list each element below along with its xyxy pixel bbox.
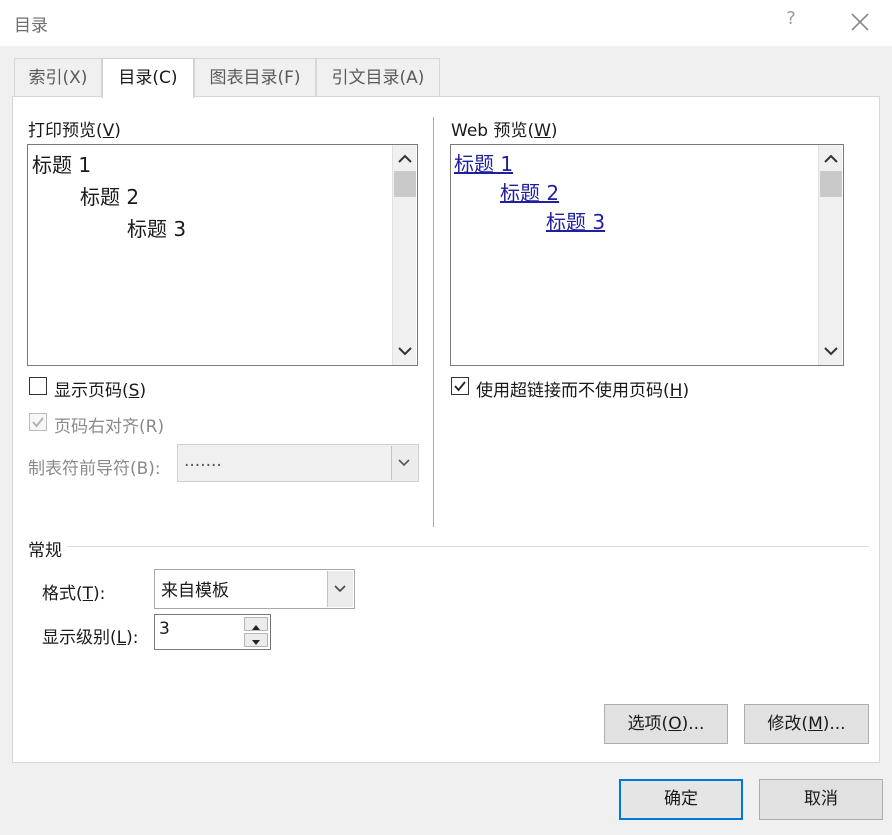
spin-up-button[interactable] [244, 617, 268, 631]
web-preview-link[interactable]: 标题 1 [454, 148, 513, 177]
dialog-title: 目录 [14, 16, 48, 36]
spin-down-button[interactable] [244, 633, 268, 647]
scroll-thumb[interactable] [394, 171, 416, 197]
print-preview-scrollbar[interactable] [392, 145, 416, 365]
chevron-down-icon [334, 585, 346, 593]
web-preview-link[interactable]: 标题 2 [500, 177, 559, 206]
scroll-up-icon [824, 154, 838, 163]
show-levels-value[interactable]: 3 [159, 619, 170, 639]
print-preview-line: 标题 1 [32, 153, 92, 177]
scroll-thumb[interactable] [820, 171, 842, 197]
checkmark-icon [454, 381, 466, 392]
show-page-numbers-label: 显示页码(S) [54, 381, 147, 401]
general-heading: 常规 [28, 541, 62, 561]
options-button[interactable]: 选项(O)... [604, 704, 728, 744]
tab-leader-label: 制表符前导符(B): [28, 459, 161, 479]
tab-leader-select[interactable]: ....... [177, 444, 419, 482]
tab-index[interactable]: 索引(X) [14, 58, 102, 96]
format-dropdown-button[interactable] [327, 571, 353, 607]
tab-table-of-figures[interactable]: 图表目录(F) [194, 58, 316, 96]
spinner-buttons [244, 617, 268, 647]
scroll-down-button[interactable] [393, 339, 417, 363]
format-select[interactable]: 来自模板 [154, 569, 355, 609]
format-value: 来自模板 [161, 581, 229, 601]
scroll-down-icon [398, 347, 412, 356]
modify-button[interactable]: 修改(M)... [744, 704, 869, 744]
spin-up-icon [252, 625, 260, 630]
cancel-button[interactable]: 取消 [759, 779, 883, 820]
toc-dialog: 目录 ? 索引(X) 目录(C) 图表目录(F) 引文目录(A) 打印预览(V)… [0, 0, 892, 835]
format-label: 格式(T): [42, 584, 106, 604]
scroll-up-button[interactable] [393, 147, 417, 171]
web-preview-link[interactable]: 标题 3 [546, 206, 605, 235]
use-hyperlinks-label: 使用超链接而不使用页码(H) [476, 381, 690, 401]
show-levels-label: 显示级别(L): [42, 628, 139, 648]
print-preview-line: 标题 3 [127, 217, 187, 241]
print-preview-box[interactable]: 标题 1 标题 2 标题 3 [27, 144, 418, 366]
right-align-checkbox[interactable] [29, 413, 47, 431]
print-preview-label: 打印预览(V) [28, 121, 121, 141]
scroll-up-icon [398, 154, 412, 163]
show-levels-spinner[interactable]: 3 [154, 614, 271, 650]
web-preview-label: Web 预览(W) [451, 121, 558, 141]
help-button[interactable]: ? [780, 8, 802, 36]
spin-down-icon [252, 640, 260, 645]
close-button[interactable] [846, 8, 874, 36]
web-preview-scrollbar[interactable] [818, 145, 842, 365]
column-divider [433, 117, 434, 527]
general-divider [67, 546, 869, 547]
ok-button[interactable]: 确定 [619, 779, 743, 820]
web-preview-box[interactable]: 标题 1 标题 2 标题 3 [450, 144, 844, 366]
scroll-up-button[interactable] [819, 147, 843, 171]
tab-panel: 打印预览(V) 标题 1 标题 2 标题 3 Web 预览(W) 标题 1 标题… [12, 96, 880, 763]
chevron-down-icon [398, 459, 410, 467]
use-hyperlinks-checkbox[interactable] [451, 377, 469, 395]
scroll-down-icon [824, 347, 838, 356]
tab-leader-dropdown-button[interactable] [391, 446, 417, 480]
title-bar: 目录 ? [0, 0, 892, 46]
checkmark-icon [32, 417, 44, 428]
close-icon [851, 13, 869, 31]
tab-toc[interactable]: 目录(C) [102, 58, 194, 98]
tab-leader-value: ....... [184, 451, 222, 471]
tab-table-of-authorities[interactable]: 引文目录(A) [316, 58, 440, 96]
print-preview-line: 标题 2 [80, 185, 140, 209]
scroll-down-button[interactable] [819, 339, 843, 363]
right-align-label: 页码右对齐(R) [54, 417, 165, 437]
show-page-numbers-checkbox[interactable] [29, 377, 47, 395]
